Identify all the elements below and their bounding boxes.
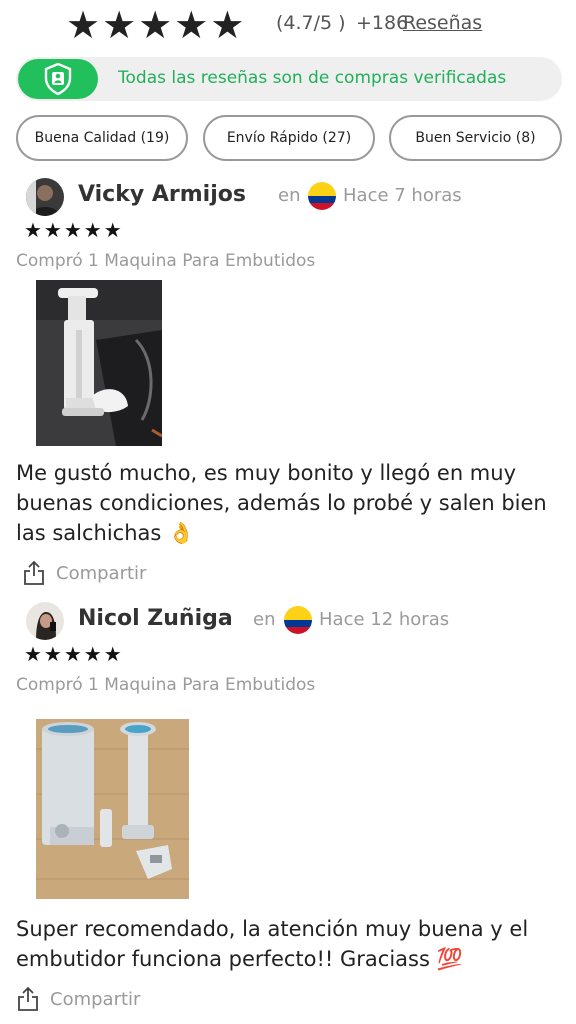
verified-text: Todas las reseñas son de compras verific… (118, 68, 507, 88)
review-count: +186 (356, 12, 409, 34)
purchase-info: Compró 1 Maquina Para Embutidos (16, 251, 316, 271)
share-icon (24, 560, 44, 585)
rating-summary: ★ ★ ★ ★ ★ (4.7/5 ) +186 Reseñas (0, 0, 576, 52)
rating-stars: ★ ★ ★ ★ ★ (66, 6, 244, 44)
avatar (26, 178, 64, 216)
review-time: Hace 7 horas (343, 185, 462, 206)
purchase-info: Compró 1 Maquina Para Embutidos (16, 675, 316, 695)
share-label: Compartir (56, 562, 147, 584)
avatar (26, 602, 64, 640)
review-card: Nicol Zuñiga en Hace 12 horas ★★★★★ Comp… (0, 600, 576, 1020)
review-photo[interactable] (36, 280, 163, 450)
review-photo[interactable] (36, 719, 189, 903)
reviewer-name: Vicky Armijos (78, 182, 246, 207)
share-icon (18, 986, 38, 1011)
star-icon: ★ (174, 3, 209, 47)
review-stars: ★★★★★ (24, 642, 124, 666)
colombia-flag-icon (308, 182, 336, 210)
country-prefix: en (278, 185, 301, 206)
review-text: Me gustó mucho, es muy bonito y llegó en… (16, 461, 547, 545)
star-icon: ★ (138, 3, 173, 47)
shield-user-icon (44, 63, 72, 95)
share-button[interactable]: Compartir (22, 560, 146, 586)
share-button[interactable]: Compartir (16, 986, 140, 1012)
reviews-link[interactable]: Reseñas (403, 12, 482, 34)
filter-chip-buen-servicio[interactable]: Buen Servicio (8) (389, 115, 562, 161)
review-text: Super recomendado, la atención muy buena… (16, 917, 529, 971)
star-icon: ★ (66, 3, 101, 47)
country-prefix: en (253, 609, 276, 630)
star-icon: ★ (102, 3, 137, 47)
filter-chip-envio-rapido[interactable]: Envío Rápido (27) (203, 115, 375, 161)
share-label: Compartir (50, 988, 141, 1010)
review-time: Hace 12 horas (319, 609, 450, 630)
verified-banner: Todas las reseñas son de compras verific… (16, 57, 562, 101)
review-stars: ★★★★★ (24, 218, 124, 242)
colombia-flag-icon (284, 606, 312, 634)
review-card: Vicky Armijos en Hace 7 horas ★★★★★ Comp… (0, 176, 576, 596)
filter-chip-buena-calidad[interactable]: Buena Calidad (19) (16, 115, 188, 161)
star-icon: ★ (210, 3, 245, 47)
reviewer-name: Nicol Zuñiga (78, 606, 233, 631)
rating-value: (4.7/5 ) (276, 12, 346, 34)
verified-badge (18, 59, 98, 99)
